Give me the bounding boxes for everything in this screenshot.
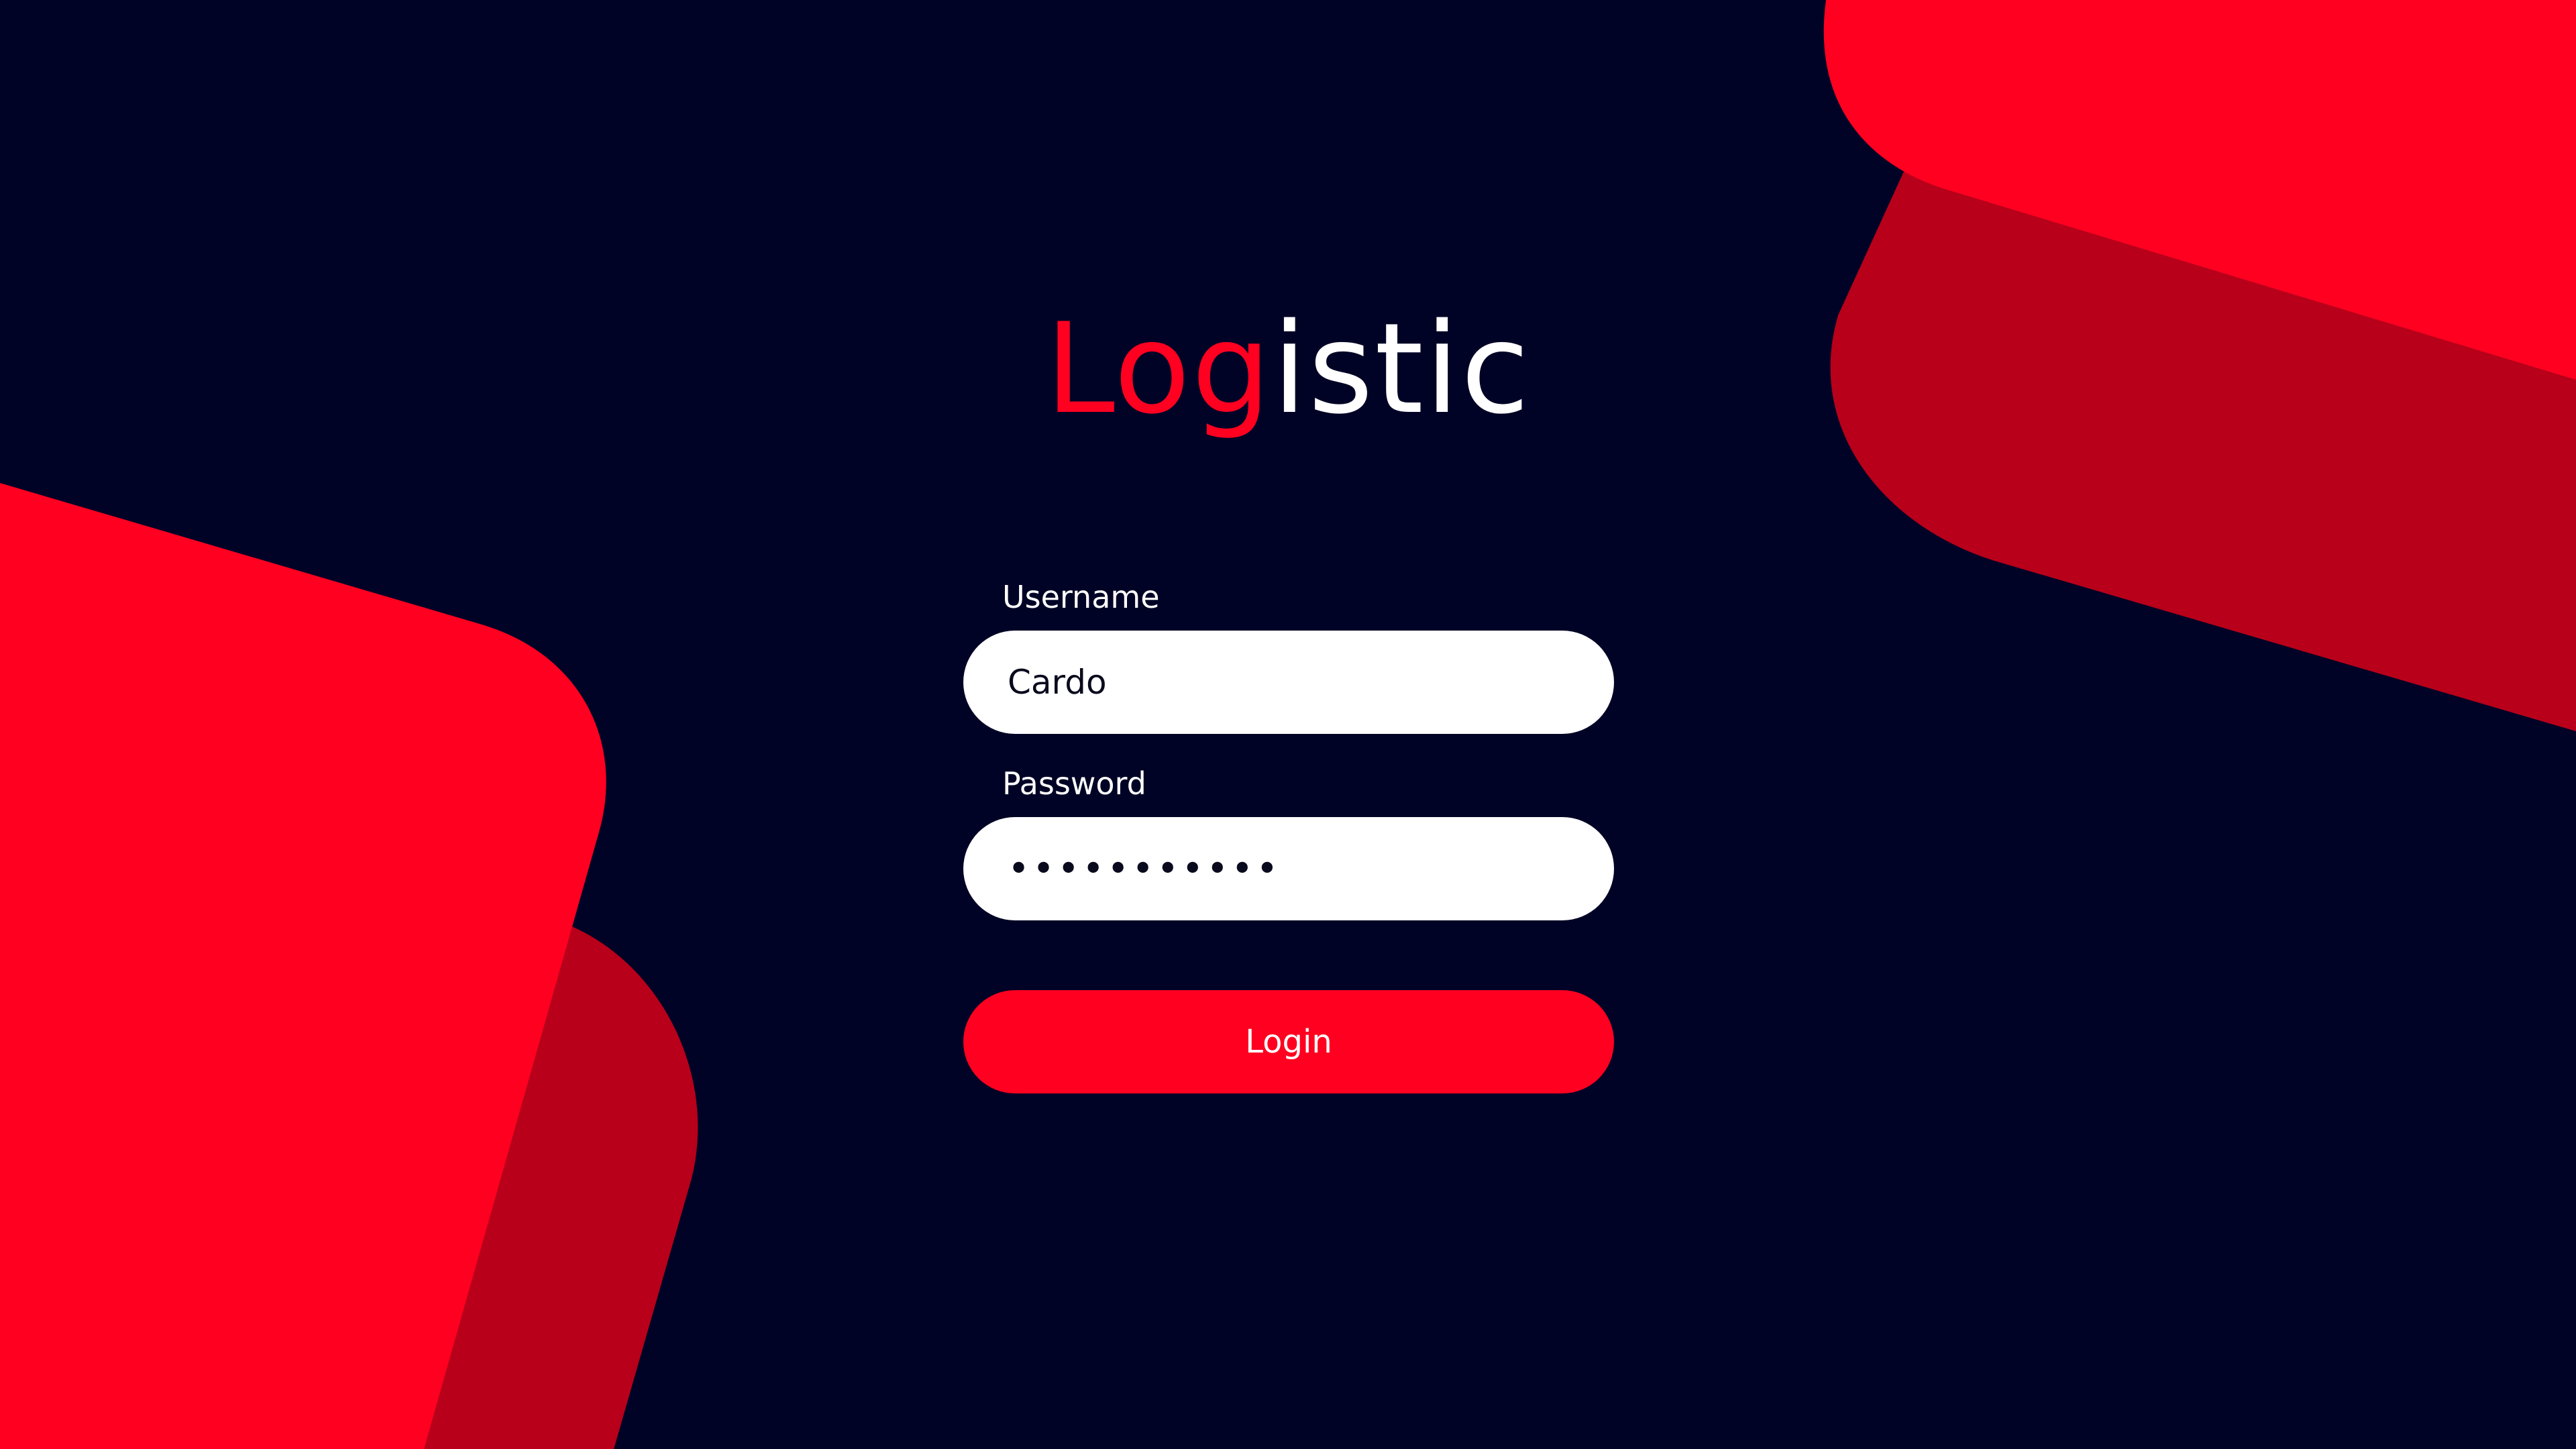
login-button-label: Login [1245,1023,1332,1061]
username-label: Username [1002,579,1160,615]
login-form: Username Cardo Password ••••••••••• Logi… [963,577,1614,1093]
password-label: Password [1002,765,1146,802]
login-button[interactable]: Login [963,990,1614,1093]
logo-text-red: Log [1045,296,1273,441]
password-value: ••••••••••• [1008,847,1281,891]
app-logo: Logistic [0,295,2576,443]
username-input[interactable]: Cardo [963,631,1614,734]
password-input[interactable]: ••••••••••• [963,817,1614,920]
logo-text-white: istic [1272,296,1531,441]
username-value: Cardo [1008,663,1107,702]
